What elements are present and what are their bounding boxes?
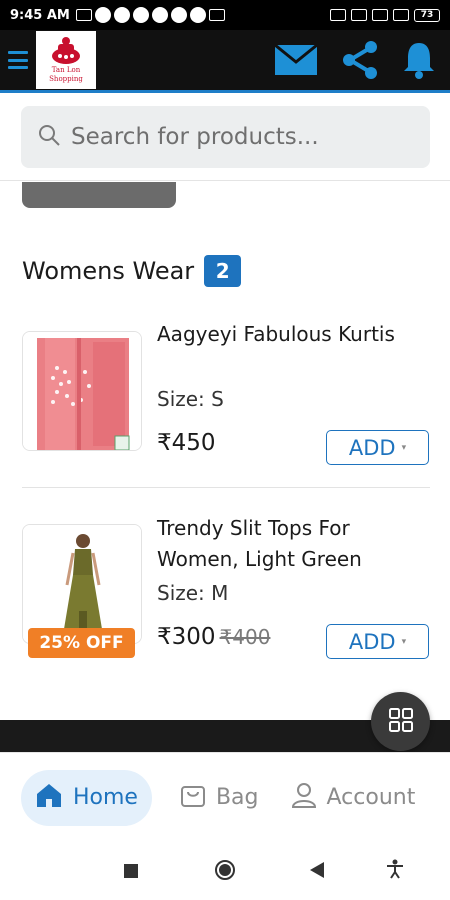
- add-to-bag-button[interactable]: ADD ▾: [326, 430, 429, 465]
- system-navigation-bar: [0, 842, 450, 900]
- signal-icon: [372, 9, 388, 21]
- notification-icon: [208, 9, 225, 21]
- grid-icon: [388, 707, 414, 737]
- app-header: Tan Lon Shopping: [0, 30, 450, 90]
- nav-home-label: Home: [73, 785, 138, 810]
- product-image[interactable]: [22, 331, 142, 451]
- section-header: Womens Wear 2: [22, 255, 242, 287]
- bag-icon: [180, 782, 206, 814]
- search-input[interactable]: [71, 124, 411, 150]
- logo-pot-icon: [52, 37, 80, 64]
- share-icon[interactable]: [340, 40, 380, 80]
- product-price-row: ₹450: [157, 430, 216, 456]
- section-title: Womens Wear: [22, 257, 195, 285]
- notification-icon: [132, 7, 149, 23]
- search-area: [0, 93, 450, 181]
- notification-icons: [75, 7, 225, 23]
- system-icons: 73: [330, 8, 440, 22]
- alarm-icon: [351, 9, 367, 21]
- notification-icon: [75, 9, 92, 21]
- back-icon[interactable]: [310, 862, 324, 882]
- product-divider: [22, 487, 430, 488]
- logo-line2: Shopping: [49, 75, 83, 83]
- product-card[interactable]: Aagyeyi Fabulous Kurtis Size: S ₹450 ADD…: [0, 306, 450, 496]
- mail-icon[interactable]: [274, 44, 318, 76]
- whatsapp-icon: [170, 7, 187, 23]
- chevron-down-icon: ▾: [401, 442, 407, 453]
- search-bar[interactable]: [21, 106, 430, 168]
- product-name[interactable]: Trendy Slit Tops For Women, Light Green: [157, 513, 427, 575]
- product-price: ₹450: [157, 430, 216, 456]
- product-original-price: ₹400: [219, 625, 271, 649]
- product-image[interactable]: [22, 524, 142, 644]
- product-card[interactable]: 25% OFF Trendy Slit Tops For Women, Ligh…: [0, 500, 450, 690]
- notification-icon: [113, 7, 130, 23]
- add-button-label: ADD: [348, 435, 396, 460]
- signal-icon: [393, 9, 409, 21]
- add-to-bag-button[interactable]: ADD ▾: [326, 624, 429, 659]
- status-bar: 9:45 AM 73: [0, 0, 450, 30]
- product-list-area: Womens Wear 2 Aagyeyi Fabulous Kurtis Si…: [0, 182, 450, 720]
- bell-icon[interactable]: [402, 41, 436, 79]
- logo-line1: Tan Lon: [51, 66, 81, 74]
- product-price: ₹300: [157, 624, 216, 650]
- search-icon: [37, 123, 61, 151]
- home-icon: [35, 782, 63, 814]
- discount-badge: 25% OFF: [28, 628, 135, 658]
- product-size: Size: S: [157, 387, 224, 411]
- notification-icon: [94, 7, 111, 23]
- nav-account-label: Account: [326, 785, 416, 810]
- nav-account[interactable]: Account: [277, 770, 430, 826]
- chevron-down-icon: ▾: [401, 636, 407, 647]
- category-banner[interactable]: [22, 182, 176, 208]
- notification-icon: [151, 7, 168, 23]
- account-icon: [291, 782, 317, 814]
- logo-text: Tan Lon Shopping: [49, 66, 83, 84]
- accessibility-icon[interactable]: [386, 859, 404, 883]
- grid-menu-button[interactable]: [371, 692, 430, 751]
- app-logo[interactable]: Tan Lon Shopping: [36, 31, 96, 89]
- battery-icon: 73: [414, 8, 440, 22]
- recents-icon[interactable]: [124, 863, 138, 882]
- home-circle-icon[interactable]: [214, 859, 236, 885]
- status-time: 9:45 AM: [10, 7, 70, 23]
- menu-icon[interactable]: [8, 51, 28, 69]
- nav-bag-label: Bag: [215, 785, 259, 810]
- add-button-label: ADD: [348, 629, 396, 654]
- nav-home[interactable]: Home: [21, 769, 152, 826]
- nav-bag[interactable]: Bag: [166, 770, 273, 826]
- product-size: Size: M: [157, 581, 229, 605]
- item-count-badge: 2: [204, 255, 242, 287]
- product-name[interactable]: Aagyeyi Fabulous Kurtis: [157, 319, 427, 350]
- whatsapp-icon: [189, 7, 206, 23]
- bottom-navigation: Home Bag Account: [0, 752, 450, 842]
- bluetooth-icon: [330, 9, 346, 21]
- product-price-row: ₹300 ₹400: [157, 624, 270, 650]
